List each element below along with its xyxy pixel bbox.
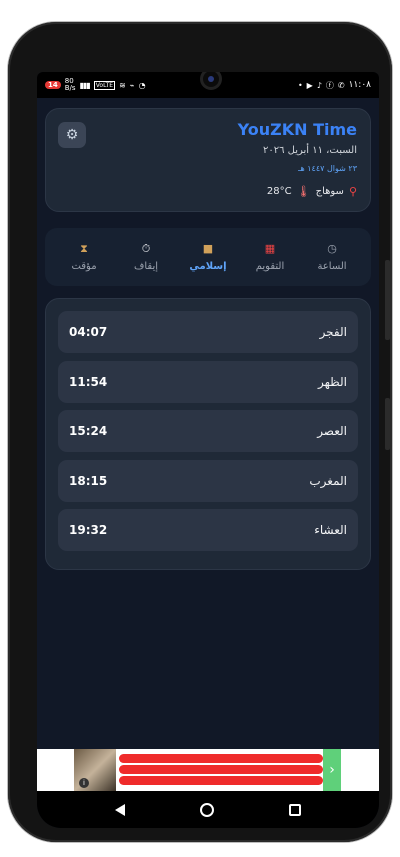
calendar-icon: ▦ xyxy=(264,242,276,255)
facebook-icon: ⓕ xyxy=(325,80,334,90)
signal-icon: ▮▮▮ xyxy=(79,80,91,90)
system-nav-bar xyxy=(37,791,379,828)
dot-icon: • xyxy=(297,80,303,90)
hourglass-icon: ⧗ xyxy=(80,242,88,255)
prayer-row-maghrib: 18:15 المغرب xyxy=(58,459,358,502)
home-icon[interactable] xyxy=(199,803,214,817)
thermometer-icon: 🌡 xyxy=(296,185,311,198)
prayer-time: 18:15 xyxy=(69,473,108,488)
phone-frame: 14 80 B/s ▮▮▮ VoLTE ≋ ⌁ ◔ • ▶ ♪ ⓕ ✆ ١١:٠… xyxy=(8,22,392,842)
mute-icon: ⌁ xyxy=(129,80,135,90)
recents-icon[interactable] xyxy=(289,804,302,816)
city-name: سوهاج xyxy=(315,186,344,197)
prayer-time: 11:54 xyxy=(69,374,108,389)
prayer-name: العصر xyxy=(317,424,347,438)
back-icon[interactable] xyxy=(114,804,125,816)
prayer-row-asr: 15:24 العصر xyxy=(58,410,358,452)
status-time: ١١:٠٨ xyxy=(348,80,371,90)
ad-redacted-text xyxy=(119,752,323,788)
tab-clock[interactable]: ◷ الساعة xyxy=(302,242,362,272)
tab-calendar[interactable]: ▦ التقويم xyxy=(240,242,300,272)
settings-button[interactable]: ⚙ xyxy=(58,122,86,148)
tab-stopwatch[interactable]: ⏱ إيقاف xyxy=(116,242,176,272)
prayer-name: الفجر xyxy=(319,325,347,339)
kaaba-icon: ■ xyxy=(202,242,214,255)
power-button xyxy=(385,398,390,450)
hijri-date: ٢٣ شوال ١٤٤٧ هـ xyxy=(298,164,357,173)
header-card: ⚙ YouZKN Time السبت، ١١ أبريل ٢٠٢٦ ٢٣ شو… xyxy=(45,108,371,212)
wifi-icon: ≋ xyxy=(119,80,126,90)
whatsapp-icon: ✆ xyxy=(337,80,345,90)
volte-badge: VoLTE xyxy=(93,80,116,90)
prayer-row-fajr: 04:07 الفجر xyxy=(58,311,358,353)
prayer-name: المغرب xyxy=(309,473,347,488)
info-icon[interactable]: i xyxy=(79,778,89,788)
prayer-time: 15:24 xyxy=(69,424,108,438)
gear-icon: ⚙ xyxy=(65,127,79,143)
stopwatch-icon: ⏱ xyxy=(141,242,151,255)
clock-icon: ◷ xyxy=(327,242,337,255)
screen: 14 80 B/s ▮▮▮ VoLTE ≋ ⌁ ◔ • ▶ ♪ ⓕ ✆ ١١:٠… xyxy=(37,72,379,828)
prayer-row-isha: 19:32 العشاء xyxy=(58,509,358,551)
weather-info: ⚲ سوهاج 🌡 28°C xyxy=(267,185,357,198)
front-camera xyxy=(200,72,222,90)
net-speed: 80 B/s xyxy=(64,77,76,92)
prayer-row-dhuhr: 11:54 الظهر xyxy=(58,360,358,403)
prayer-name: العشاء xyxy=(314,523,347,537)
alarm-icon: ◔ xyxy=(138,80,146,90)
temperature: 28°C xyxy=(266,186,292,197)
prayer-time: 19:32 xyxy=(69,523,108,537)
youtube-icon: ▶ xyxy=(306,80,313,90)
tiktok-icon: ♪ xyxy=(316,80,322,90)
volume-button xyxy=(385,260,390,340)
prayer-name: الظهر xyxy=(318,374,347,389)
pin-icon: ⚲ xyxy=(348,185,357,198)
status-bar: 14 80 B/s ▮▮▮ VoLTE ≋ ⌁ ◔ • ▶ ♪ ⓕ ✆ ١١:٠… xyxy=(37,72,379,98)
battery-badge: 14 xyxy=(45,81,61,89)
ad-banner[interactable]: i › xyxy=(37,749,379,791)
gregorian-date: السبت، ١١ أبريل ٢٠٢٦ xyxy=(262,145,357,156)
tab-timer[interactable]: ⧗ مؤقت xyxy=(54,242,114,272)
app-title: YouZKN Time xyxy=(237,120,357,139)
tab-islamic[interactable]: ■ إسلامي xyxy=(178,242,238,272)
prayer-times-card: 04:07 الفجر 11:54 الظهر 15:24 العصر 18:1… xyxy=(45,298,371,570)
tab-bar: ◷ الساعة ▦ التقويم ■ إسلامي ⏱ إيقاف ⧗ مؤ… xyxy=(45,228,371,286)
prayer-time: 04:07 xyxy=(69,325,108,339)
ad-arrow-icon[interactable]: › xyxy=(323,749,341,791)
